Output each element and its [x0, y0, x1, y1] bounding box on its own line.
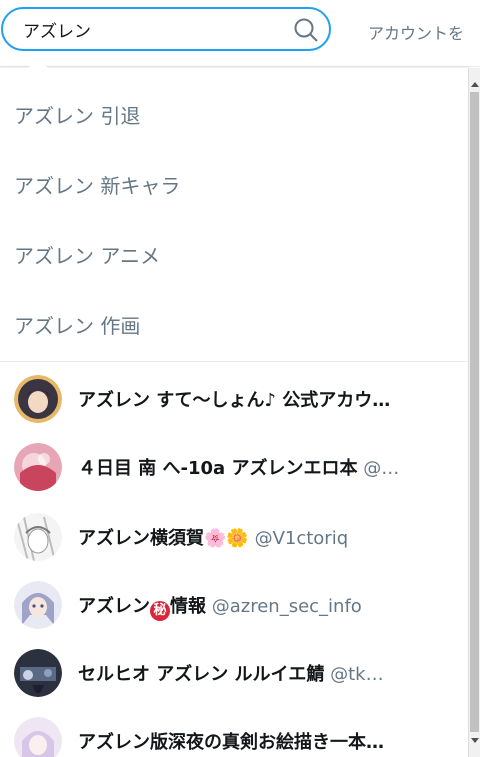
- user-name: アズレン すて〜しょん♪ 公式アカウ…: [78, 390, 391, 411]
- dropdown-caret: [28, 58, 48, 68]
- user-suggestion[interactable]: アズレン横須賀🌸🌼 @V1ctoriq: [0, 506, 468, 576]
- avatar: [14, 581, 62, 629]
- user-name: アズレン横須賀🌸🌼: [78, 528, 249, 549]
- user-name: ４日目 南 へ-10a アズレンエロ本: [78, 458, 358, 479]
- account-link[interactable]: アカウントを: [368, 20, 464, 44]
- scroll-up-arrow-icon[interactable]: [471, 82, 479, 87]
- user-name: アズレン秘情報: [78, 596, 206, 621]
- search-box[interactable]: [1, 7, 331, 51]
- avatar: [14, 717, 62, 757]
- scroll-thumb[interactable]: [470, 92, 479, 732]
- scrollbar[interactable]: [469, 68, 480, 757]
- user-suggestion[interactable]: アズレン すて〜しょん♪ 公式アカウ…: [0, 368, 468, 438]
- user-suggestion[interactable]: アズレン秘情報 @azren_sec_info: [0, 574, 468, 644]
- user-handle: @V1ctoriq: [254, 528, 349, 549]
- topic-suggestion[interactable]: アズレン アニメ: [14, 240, 160, 269]
- avatar: [14, 375, 62, 423]
- divider: [0, 361, 468, 362]
- search-suggestions-dropdown: アズレン 引退 アズレン 新キャラ アズレン アニメ アズレン 作画 アズレン …: [0, 68, 469, 757]
- user-handle: @…: [363, 458, 400, 479]
- user-handle: @tk…: [330, 664, 384, 685]
- topic-suggestion[interactable]: アズレン 新キャラ: [14, 170, 180, 199]
- user-name: セルヒオ アズレン ルルイエ鯖: [78, 664, 325, 685]
- secret-badge-icon: 秘: [150, 601, 170, 621]
- user-handle: @azren_sec_info: [211, 596, 362, 617]
- user-suggestion[interactable]: アズレン版深夜の真剣お絵描き一本…: [0, 710, 468, 757]
- scroll-down-arrow-icon[interactable]: [471, 738, 479, 743]
- search-icon[interactable]: [293, 17, 319, 43]
- avatar: [14, 649, 62, 697]
- user-suggestion[interactable]: セルヒオ アズレン ルルイエ鯖 @tk…: [0, 642, 468, 712]
- avatar: [14, 513, 62, 561]
- user-suggestion[interactable]: ４日目 南 へ-10a アズレンエロ本 @…: [0, 436, 468, 506]
- topic-suggestion[interactable]: アズレン 引退: [14, 100, 140, 129]
- avatar: [14, 443, 62, 491]
- top-bar: アカウントを: [0, 0, 480, 67]
- user-name: アズレン版深夜の真剣お絵描き一本…: [78, 732, 384, 753]
- search-input[interactable]: [23, 9, 283, 49]
- topic-suggestion[interactable]: アズレン 作画: [14, 310, 140, 339]
